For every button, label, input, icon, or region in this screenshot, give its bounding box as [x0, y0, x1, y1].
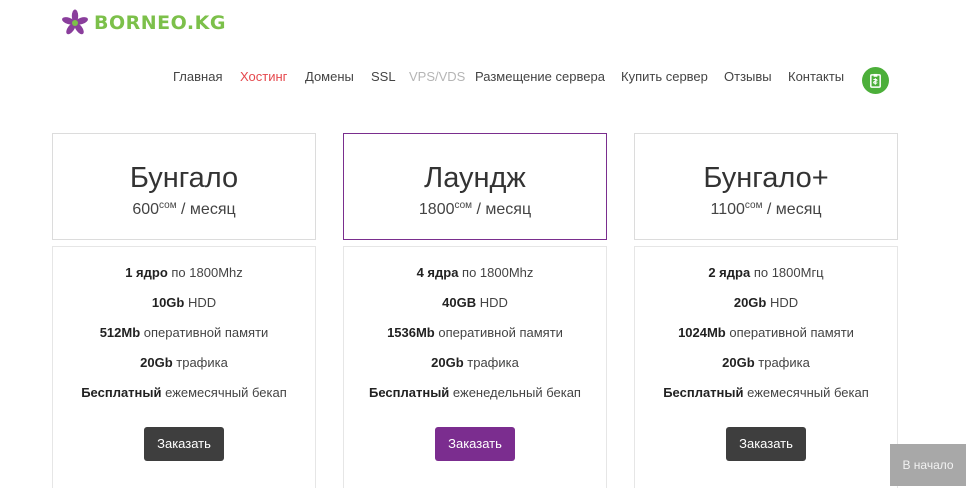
feature-cpu: 4 ядра по 1800Mhz [416, 265, 534, 280]
feature-backup: Бесплатный ежемесячный бекап [663, 385, 869, 400]
nav-item-home[interactable]: Главная [173, 69, 222, 84]
nav-item-hosting[interactable]: Хостинг [240, 69, 287, 84]
plan-title: Лаундж [424, 162, 526, 194]
nav-item-vps[interactable]: VPS/VDS [409, 69, 465, 84]
feature-backup: Бесплатный еженедельный бекап [369, 385, 581, 400]
feature-ram: 512Mb оперативной памяти [99, 325, 269, 340]
feature-cpu: 1 ядро по 1800Mhz [125, 265, 243, 280]
order-button[interactable]: Заказать [435, 427, 515, 461]
feature-traffic: 20Gb трафика [722, 355, 810, 370]
plan-features: 2 ядра по 1800Мгц 20Gb HDD 1024Mb операт… [634, 246, 898, 488]
nav-item-reviews[interactable]: Отзывы [724, 69, 772, 84]
nav-item-domains[interactable]: Домены [305, 69, 354, 84]
feature-disk: 10Gb HDD [151, 295, 217, 310]
flower-logo-icon [62, 9, 88, 35]
feature-ram: 1024Mb оперативной памяти [678, 325, 854, 340]
feature-traffic: 20Gb трафика [431, 355, 519, 370]
nav-item-ssl[interactable]: SSL [371, 69, 396, 84]
plan-price: 1800сом / месяц [418, 200, 532, 218]
feature-disk: 20Gb HDD [733, 295, 799, 310]
plan-features: 4 ядра по 1800Mhz 40GB HDD 1536Mb операт… [343, 246, 607, 488]
plan-features: 1 ядро по 1800Mhz 10Gb HDD 512Mb операти… [52, 246, 316, 488]
plan-title: Бунгало [129, 162, 239, 194]
plan-header: Бунгало 600сом / месяц [52, 133, 316, 240]
order-button[interactable]: Заказать [144, 427, 224, 461]
feature-traffic: 20Gb трафика [140, 355, 228, 370]
plan-card-bungalo-plus: Бунгало+ 1100сом / месяц 2 ядра по 1800М… [634, 133, 898, 488]
feature-ram: 1536Mb оперативной памяти [387, 325, 563, 340]
feature-backup: Бесплатный ежемесячный бекап [81, 385, 287, 400]
plan-card-lounge: Лаундж 1800сом / месяц 4 ядра по 1800Mhz… [343, 133, 607, 488]
nav-item-colocation[interactable]: Размещение сервера [475, 69, 605, 84]
plan-title: Бунгало+ [703, 162, 829, 194]
plan-header: Бунгало+ 1100сом / месяц [634, 133, 898, 240]
nav-item-contacts[interactable]: Контакты [788, 69, 844, 84]
feature-cpu: 2 ядра по 1800Мгц [708, 265, 824, 280]
back-to-top-button[interactable]: В начало [890, 444, 966, 486]
cart-button[interactable] [862, 67, 889, 94]
plan-card-bungalo: Бунгало 600сом / месяц 1 ядро по 1800Mhz… [52, 133, 316, 488]
plan-header: Лаундж 1800сом / месяц [343, 133, 607, 240]
plan-price: 1100сом / месяц [710, 200, 822, 218]
main-nav: Главная Хостинг Домены SSL VPS/VDS Разме… [0, 66, 972, 90]
site-logo[interactable]: BORNEO.KG [60, 6, 226, 40]
nav-item-buy-server[interactable]: Купить сервер [621, 69, 708, 84]
order-button[interactable]: Заказать [726, 427, 806, 461]
plan-price: 600сом / месяц [132, 200, 236, 218]
cart-list-icon [870, 73, 881, 88]
logo-text: BORNEO.KG [94, 12, 226, 34]
feature-disk: 40GB HDD [442, 295, 508, 310]
